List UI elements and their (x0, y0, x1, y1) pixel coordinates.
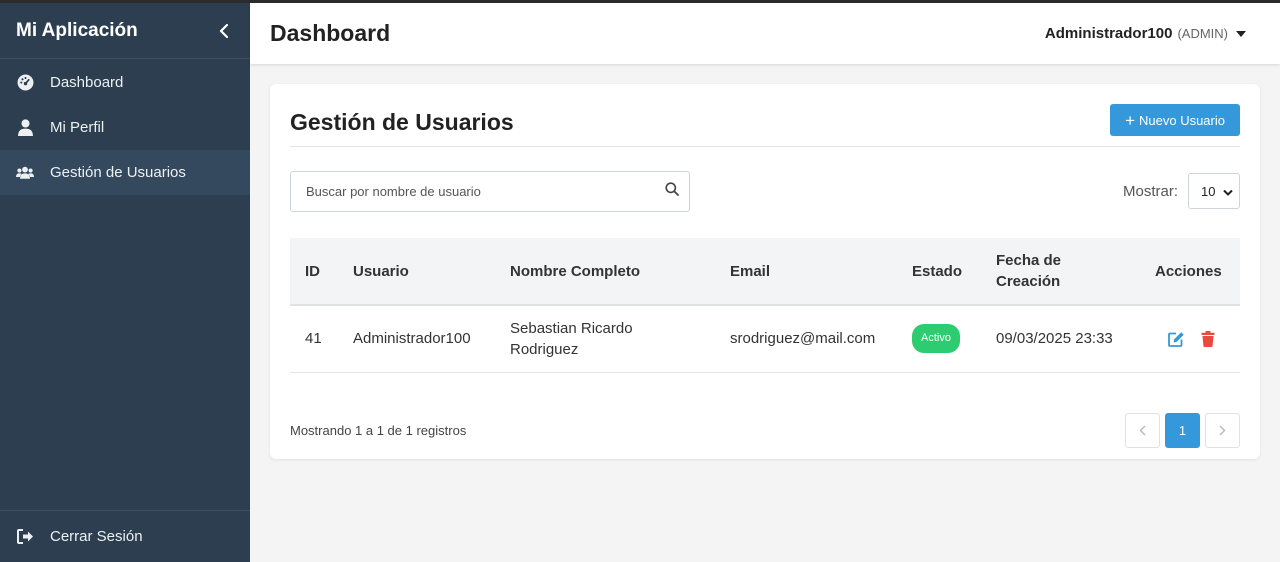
sidebar-item-label: Dashboard (50, 74, 124, 91)
sidebar-item-label: Mi Perfil (50, 119, 105, 136)
column-header-nombre: Nombre Completo (510, 262, 641, 280)
users-table: ID Usuario Nombre Completo Email Estado … (290, 238, 1240, 373)
status-badge: Activo (912, 324, 960, 354)
cell-estado: Activo (897, 305, 981, 372)
chevron-down-icon (1223, 184, 1233, 199)
row-actions (1155, 330, 1225, 348)
page-size-label: Mostrar: (1122, 182, 1178, 200)
chevron-left-icon (219, 23, 229, 38)
table-footer: Mostrando 1 a 1 de 1 registros 1 (290, 412, 1240, 448)
sidebar-item-user-management[interactable]: Gestión de Usuarios (0, 150, 250, 195)
column-header-id: ID (305, 262, 320, 280)
next-page-button[interactable] (1205, 412, 1240, 448)
user-menu[interactable]: Administrador100 (ADMIN) (1045, 25, 1260, 42)
edit-icon (1167, 332, 1184, 347)
search-box (290, 170, 690, 212)
app-title: Mi Aplicación (16, 19, 138, 41)
edit-button[interactable] (1167, 330, 1185, 348)
user-role: (ADMIN) (1177, 26, 1228, 41)
cell-nombre: Sebastian Ricardo Rodriguez (495, 305, 715, 372)
top-header: Dashboard Administrador100 (ADMIN) (250, 3, 1280, 64)
dashboard-icon (16, 74, 34, 92)
page-size-control: Mostrar: 10 (1123, 173, 1240, 209)
collapse-sidebar-button[interactable] (214, 21, 234, 41)
chevron-left-icon (1139, 424, 1146, 436)
user-name: Administrador100 (1044, 25, 1173, 42)
cell-acciones (1140, 305, 1240, 372)
cell-usuario: Administrador100 (353, 330, 471, 348)
table-header-row: ID Usuario Nombre Completo Email Estado … (290, 238, 1240, 305)
page-size-value: 10 (1201, 183, 1216, 199)
user-management-card: Gestión de Usuarios + Nuevo Usuario Most… (270, 84, 1260, 459)
column-header-fecha-line2: Creación (996, 273, 1061, 290)
logout-label: Cerrar Sesión (50, 528, 143, 545)
plus-icon: + (1125, 110, 1135, 130)
card-header: Gestión de Usuarios + Nuevo Usuario (290, 84, 1240, 147)
sign-out-icon (16, 528, 34, 546)
search-icon[interactable] (665, 181, 679, 201)
new-user-label: Nuevo Usuario (1139, 112, 1225, 128)
page-button-1[interactable]: 1 (1165, 412, 1200, 448)
column-header-fecha-line1: Fecha de (996, 252, 1062, 269)
table-row: 41 Administrador100 Sebastian Ricardo Ro… (290, 305, 1240, 372)
sidebar-item-label: Gestión de Usuarios (50, 164, 186, 181)
card-title: Gestión de Usuarios (290, 108, 514, 135)
sidebar-nav: Dashboard Mi Perfil Gestión de Usuarios (0, 59, 250, 195)
user-icon (16, 119, 34, 137)
search-input[interactable] (306, 183, 665, 199)
records-info: Mostrando 1 a 1 de 1 registros (290, 422, 467, 438)
cell-id: 41 (305, 330, 322, 348)
column-header-usuario: Usuario (353, 262, 409, 280)
cell-email: srodriguez@mail.com (730, 330, 876, 348)
delete-button[interactable] (1199, 330, 1217, 348)
window-top-border (0, 0, 1280, 3)
column-header-fecha: Fecha de Creación (981, 238, 1140, 305)
previous-page-button[interactable] (1125, 412, 1160, 448)
users-icon (16, 164, 34, 182)
chevron-right-icon (1219, 424, 1226, 436)
sidebar: Mi Aplicación Dashboard Mi Perfil Gestió… (0, 3, 250, 562)
cell-fecha: 09/03/2025 23:33 (996, 330, 1113, 348)
sidebar-item-dashboard[interactable]: Dashboard (0, 60, 250, 105)
column-header-acciones: Acciones (1155, 262, 1222, 280)
sidebar-item-profile[interactable]: Mi Perfil (0, 105, 250, 150)
cell-nombre-line2: Rodriguez (510, 340, 579, 358)
sidebar-header: Mi Aplicación (0, 3, 250, 59)
caret-down-icon (1236, 30, 1246, 37)
table-toolbar: Mostrar: 10 (290, 147, 1240, 217)
pagination: 1 (1125, 412, 1240, 448)
trash-icon (1201, 330, 1215, 347)
cell-nombre-line1: Sebastian Ricardo (510, 319, 633, 337)
column-header-email: Email (730, 262, 771, 280)
page-size-select[interactable]: 10 (1188, 173, 1240, 209)
page-title: Dashboard (270, 20, 391, 46)
column-header-estado: Estado (912, 262, 963, 280)
logout-button[interactable]: Cerrar Sesión (0, 510, 250, 562)
new-user-button[interactable]: + Nuevo Usuario (1110, 104, 1240, 136)
